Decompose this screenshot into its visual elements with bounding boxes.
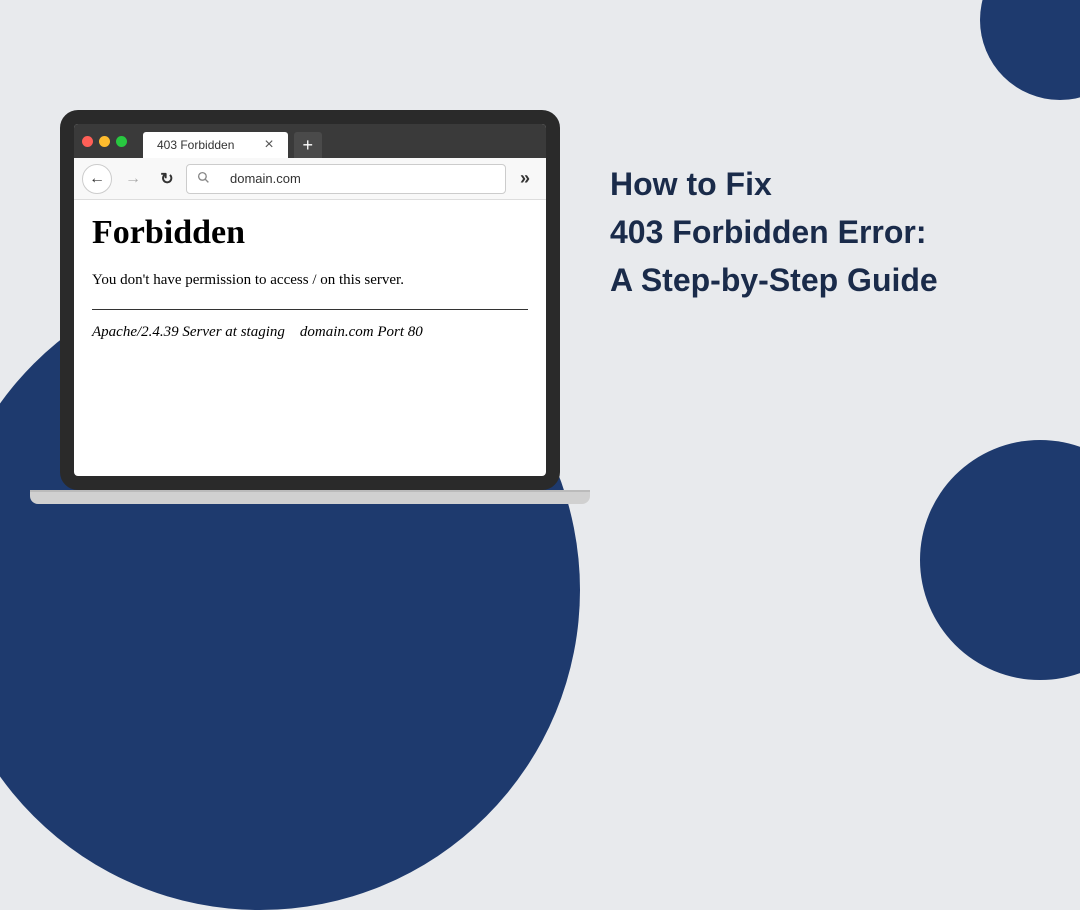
headline-line-2: 403 Forbidden Error: xyxy=(610,208,1040,256)
headline-line-3: A Step-by-Step Guide xyxy=(610,256,1040,304)
close-tab-icon[interactable]: × xyxy=(264,136,273,154)
back-button[interactable]: ← xyxy=(82,164,112,194)
laptop-screen: 403 Forbidden × + ← → ↻ domain.com » For… xyxy=(60,110,560,490)
browser-tab[interactable]: 403 Forbidden × xyxy=(143,132,288,158)
error-message: You don't have permission to access / on… xyxy=(92,272,528,289)
page-content: Forbidden You don't have permission to a… xyxy=(74,200,546,355)
headline-line-1: How to Fix xyxy=(610,160,1040,208)
overflow-menu-icon[interactable]: » xyxy=(512,168,538,189)
server-signature: Apache/2.4.39 Server at staging domain.c… xyxy=(92,324,528,341)
laptop-base xyxy=(30,490,590,504)
close-window-icon[interactable] xyxy=(82,136,93,147)
forward-button[interactable]: → xyxy=(118,164,148,194)
new-tab-button[interactable]: + xyxy=(294,132,322,158)
minimize-window-icon[interactable] xyxy=(99,136,110,147)
search-icon xyxy=(197,171,210,187)
browser-tab-bar: 403 Forbidden × + xyxy=(74,124,546,158)
laptop-illustration: 403 Forbidden × + ← → ↻ domain.com » For… xyxy=(50,110,570,504)
error-heading: Forbidden xyxy=(92,214,528,252)
browser-toolbar: ← → ↻ domain.com » xyxy=(74,158,546,200)
address-bar[interactable]: domain.com xyxy=(186,164,506,194)
maximize-window-icon[interactable] xyxy=(116,136,127,147)
article-headline: How to Fix 403 Forbidden Error: A Step-b… xyxy=(610,160,1040,304)
tab-title: 403 Forbidden xyxy=(157,138,234,152)
window-controls xyxy=(82,136,127,147)
divider xyxy=(92,309,528,310)
url-text: domain.com xyxy=(230,171,301,186)
reload-button[interactable]: ↻ xyxy=(154,166,180,192)
decoration-circle-top-right xyxy=(980,0,1080,100)
decoration-circle-bottom-right xyxy=(920,440,1080,680)
